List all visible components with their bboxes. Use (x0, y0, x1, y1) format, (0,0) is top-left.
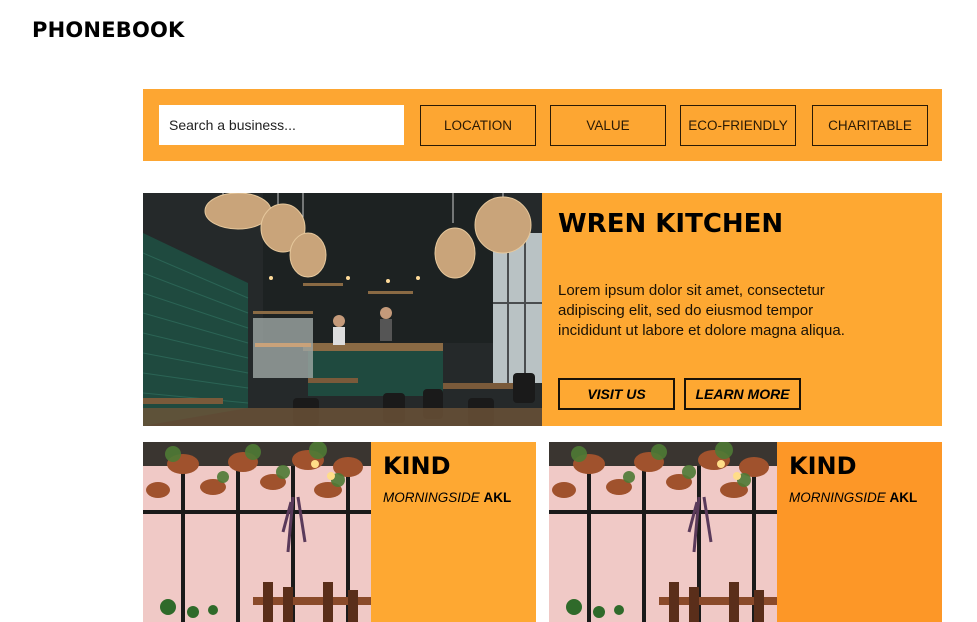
listing-card[interactable]: KIND MORNINGSIDE AKL (549, 442, 942, 622)
listing-city: AKL (483, 490, 512, 505)
listing-city: AKL (889, 490, 918, 505)
listing-image (549, 442, 777, 622)
listing-info: KIND MORNINGSIDE AKL (777, 442, 942, 622)
listing-title: KIND (383, 452, 451, 480)
featured-title: WREN KITCHEN (558, 209, 784, 239)
site-logo[interactable]: PHONEBOOK (32, 18, 185, 42)
search-filter-bar: LOCATION VALUE ECO-FRIENDLY CHARITABLE (143, 89, 942, 161)
listing-location: MORNINGSIDE AKL (383, 490, 511, 505)
filter-eco-friendly-button[interactable]: ECO-FRIENDLY (680, 105, 796, 146)
filter-location-button[interactable]: LOCATION (420, 105, 536, 146)
listing-suburb: MORNINGSIDE (383, 490, 480, 505)
featured-cafe-image (143, 193, 542, 426)
listing-title: KIND (789, 452, 857, 480)
listing-location: MORNINGSIDE AKL (789, 490, 917, 505)
listing-info: KIND MORNINGSIDE AKL (371, 442, 536, 622)
learn-more-button[interactable]: LEARN MORE (684, 378, 801, 410)
business-search-input[interactable] (159, 105, 404, 145)
filter-charitable-button[interactable]: CHARITABLE (812, 105, 928, 146)
featured-content: WREN KITCHEN Lorem ipsum dolor sit amet,… (558, 193, 928, 426)
featured-business-card: WREN KITCHEN Lorem ipsum dolor sit amet,… (143, 193, 942, 426)
filter-value-button[interactable]: VALUE (550, 105, 666, 146)
visit-us-button[interactable]: VISIT US (558, 378, 675, 410)
featured-description: Lorem ipsum dolor sit amet, consectetur … (558, 282, 845, 339)
listing-card[interactable]: KIND MORNINGSIDE AKL (143, 442, 536, 622)
listing-suburb: MORNINGSIDE (789, 490, 886, 505)
listing-image (143, 442, 371, 622)
